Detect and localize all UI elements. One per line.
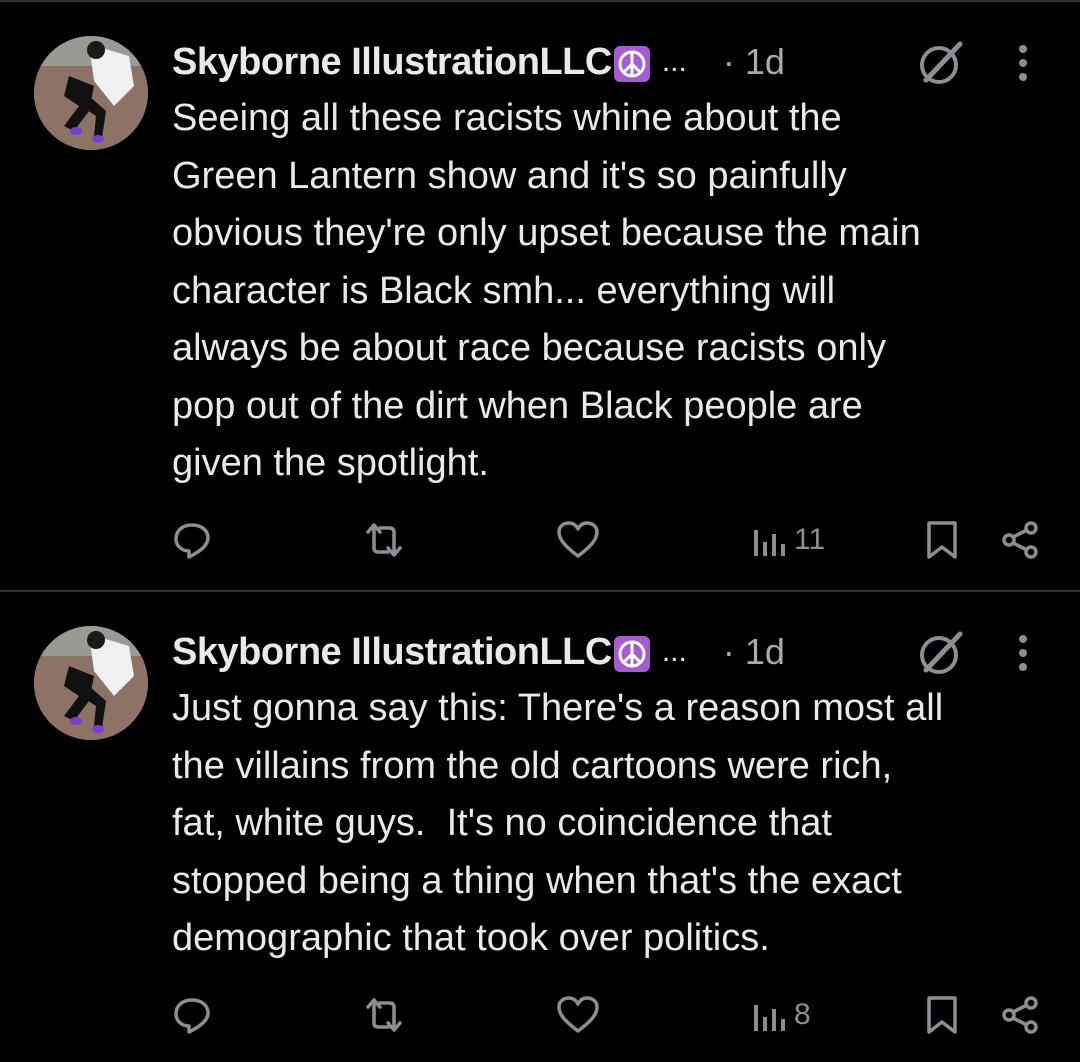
post-timestamp[interactable]: · 1d bbox=[723, 631, 785, 673]
repost-button[interactable] bbox=[360, 515, 408, 565]
share-button[interactable] bbox=[1000, 515, 1040, 565]
grok-icon[interactable] bbox=[916, 628, 966, 678]
peace-symbol-icon bbox=[613, 46, 650, 82]
heart-icon bbox=[557, 996, 599, 1033]
bookmark-icon bbox=[927, 521, 957, 559]
post[interactable]: Skyborne IllustrationLLC ... · 1d Just g… bbox=[0, 592, 1080, 1062]
heart-icon bbox=[557, 521, 599, 558]
avatar[interactable] bbox=[34, 626, 148, 740]
views-count: 11 bbox=[794, 523, 826, 556]
avatar-illustration bbox=[34, 626, 148, 740]
like-button[interactable] bbox=[556, 515, 600, 565]
post-actions: 8 bbox=[0, 990, 1080, 1040]
post-text: Seeing all these racists whine about the… bbox=[172, 97, 921, 484]
post-timestamp[interactable]: · 1d bbox=[723, 41, 785, 83]
bookmark-icon bbox=[927, 996, 957, 1034]
name-truncation: ... bbox=[661, 635, 687, 668]
more-options-icon[interactable] bbox=[1012, 38, 1034, 88]
post-header: Skyborne IllustrationLLC ... · 1d bbox=[172, 36, 785, 88]
bookmark-button[interactable] bbox=[924, 990, 960, 1040]
views-chart-icon bbox=[754, 530, 785, 556]
reply-icon bbox=[174, 523, 210, 559]
repost-button[interactable] bbox=[360, 990, 408, 1040]
post-text: Just gonna say this: There's a reason mo… bbox=[172, 687, 944, 959]
more-options-icon[interactable] bbox=[1012, 628, 1034, 678]
share-button[interactable] bbox=[1000, 990, 1040, 1040]
reply-icon bbox=[174, 998, 210, 1034]
grok-icon[interactable] bbox=[916, 38, 966, 88]
reply-button[interactable] bbox=[172, 990, 212, 1040]
views-count: 8 bbox=[794, 998, 811, 1031]
post-actions: 11 bbox=[0, 515, 1080, 565]
author-name[interactable]: Skyborne IllustrationLLC bbox=[172, 41, 612, 84]
reply-button[interactable] bbox=[172, 515, 212, 565]
like-button[interactable] bbox=[556, 990, 600, 1040]
avatar-illustration bbox=[34, 36, 148, 150]
repost-icon bbox=[366, 998, 402, 1032]
share-icon bbox=[1002, 996, 1038, 1034]
author-name[interactable]: Skyborne IllustrationLLC bbox=[172, 631, 612, 674]
bookmark-button[interactable] bbox=[924, 515, 960, 565]
post[interactable]: Skyborne IllustrationLLC ... · 1d Seeing… bbox=[0, 0, 1080, 590]
post-header: Skyborne IllustrationLLC ... · 1d bbox=[172, 626, 785, 678]
repost-icon bbox=[366, 523, 402, 557]
peace-symbol-icon bbox=[613, 636, 650, 672]
share-icon bbox=[1002, 521, 1038, 559]
views-button[interactable]: 8 bbox=[752, 990, 811, 1040]
views-chart-icon bbox=[754, 1005, 785, 1031]
avatar[interactable] bbox=[34, 36, 148, 150]
views-button[interactable]: 11 bbox=[752, 515, 825, 565]
name-truncation: ... bbox=[661, 45, 687, 78]
